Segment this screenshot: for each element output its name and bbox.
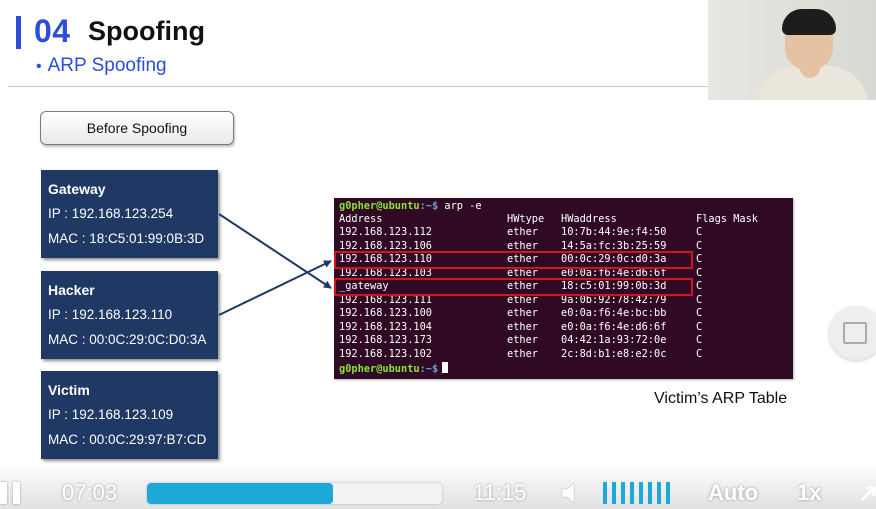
prompt-path: :~$ [419, 200, 439, 212]
header-hwaddress: HWaddress [561, 213, 617, 225]
picture-in-picture-button[interactable] [829, 306, 876, 360]
speed-button[interactable]: 1x [797, 480, 821, 506]
header-flags: Flags Mask [696, 213, 758, 225]
row-hwtype: ether [507, 320, 538, 333]
row-hwtype: ether [507, 226, 538, 238]
terminal-window: g0pher@ubuntu:~$ arp -e Address HWtype H… [334, 198, 793, 379]
volume-segment [666, 482, 670, 504]
row-flags: C [696, 280, 703, 292]
volume-segment [603, 482, 607, 504]
pip-icon [843, 322, 867, 344]
fullscreen-icon[interactable] [858, 484, 876, 504]
arp-table-row: 192.168.123.173 ether 04:42:1a:93:72:0e C [339, 334, 789, 347]
seek-bar-progress [147, 483, 333, 504]
row-flags: C [696, 320, 703, 333]
row-flags: C [696, 226, 703, 238]
row-flags: C [696, 293, 703, 306]
row-address: 192.168.123.100 [339, 307, 432, 319]
row-hwaddress: 10:7b:44:9e:f4:50 [561, 226, 667, 238]
gateway-arrow [218, 213, 332, 289]
arp-table-header: Address HWtype HWaddress Flags Mask [339, 213, 789, 226]
row-hwaddress: e0:0a:f6:4e:d6:6f [561, 320, 667, 333]
row-flags: C [696, 253, 703, 265]
pause-button[interactable] [0, 482, 22, 504]
highlight-box [334, 278, 693, 296]
row-hwaddress: 2c:8d:b1:e8:e2:0c [561, 347, 667, 360]
volume-segment [648, 482, 652, 504]
row-flags: C [696, 347, 703, 360]
row-flags: C [696, 266, 703, 279]
prompt-path: :~$ [419, 363, 439, 375]
row-hwaddress: e0:0a:f6:4e:bc:bb [561, 307, 667, 319]
seek-bar[interactable] [147, 483, 442, 504]
row-flags: C [696, 334, 703, 346]
highlight-box [334, 251, 693, 269]
volume-icon[interactable] [560, 482, 580, 504]
text-cursor [442, 362, 449, 373]
current-time: 07:03 [62, 480, 118, 505]
hacker-arrow [218, 260, 332, 316]
volume-segment [630, 482, 634, 504]
row-flags: C [696, 239, 703, 252]
arp-table-row: 192.168.123.112 ether 10:7b:44:9e:f4:50 C [339, 226, 789, 239]
prompt-user: g0pher@ubuntu [339, 363, 420, 375]
row-hwaddress: 04:42:1a:93:72:0e [561, 334, 667, 346]
volume-segment [639, 482, 643, 504]
prompt-user: g0pher@ubuntu [339, 200, 420, 212]
end-prompt-line: g0pher@ubuntu:~$ [339, 362, 449, 375]
row-address: 192.168.123.173 [339, 334, 432, 346]
row-flags: C [696, 307, 703, 319]
volume-segment [612, 482, 616, 504]
volume-slider[interactable] [603, 482, 675, 504]
volume-segment [621, 482, 625, 504]
row-hwtype: ether [507, 347, 538, 360]
row-address: 192.168.123.104 [339, 320, 432, 333]
arp-table-caption: Victim’s ARP Table [654, 390, 788, 407]
header-hwtype: HWtype [507, 213, 545, 225]
row-hwtype: ether [507, 307, 538, 319]
volume-segment [657, 482, 661, 504]
quality-button[interactable]: Auto [708, 480, 758, 506]
row-address: 192.168.123.102 [339, 347, 432, 360]
command-text: arp -e [438, 200, 482, 212]
header-address: Address [339, 213, 383, 225]
command-line: g0pher@ubuntu:~$ arp -e [339, 200, 482, 213]
arp-table-row: 192.168.123.102 ether 2c:8d:b1:e8:e2:0c C [339, 348, 789, 361]
row-address: 192.168.123.112 [339, 226, 432, 238]
arp-table-row: 192.168.123.100 ether e0:0a:f6:4e:bc:bb C [339, 307, 789, 320]
arp-table-row: 192.168.123.104 ether e0:0a:f6:4e:d6:6f C [339, 321, 789, 334]
total-time: 11:15 [473, 480, 527, 505]
row-hwtype: ether [507, 334, 538, 346]
